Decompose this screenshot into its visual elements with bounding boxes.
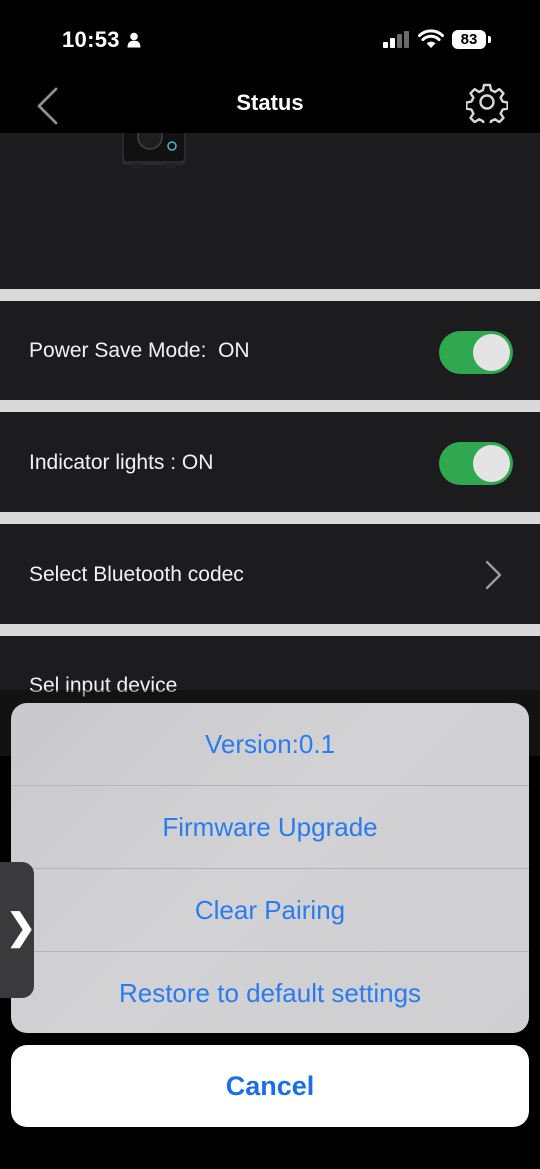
power-save-row: Power Save Mode: ON bbox=[0, 301, 540, 400]
page-title: Status bbox=[236, 90, 304, 115]
device-image-panel bbox=[0, 133, 540, 289]
side-drawer-handle[interactable]: ❯ bbox=[0, 862, 37, 998]
toggle-knob bbox=[473, 334, 510, 371]
cellular-signal-icon bbox=[383, 31, 409, 48]
section-divider bbox=[0, 624, 540, 636]
firmware-upgrade-button[interactable]: Firmware Upgrade bbox=[11, 785, 529, 868]
section-divider bbox=[0, 289, 540, 301]
navigation-bar: Status bbox=[0, 80, 540, 132]
speaker-device-image bbox=[122, 133, 186, 168]
battery-icon: 83 bbox=[452, 30, 491, 49]
chevron-right-icon: ❯ bbox=[6, 906, 37, 947]
section-divider bbox=[0, 512, 540, 524]
status-time: 10:53 bbox=[62, 27, 120, 52]
action-sheet: Version:0.1 Firmware Upgrade Clear Pairi… bbox=[11, 703, 529, 1033]
bluetooth-codec-label: Select Bluetooth codec bbox=[29, 563, 244, 586]
status-bar: 10:53 83 bbox=[0, 0, 540, 80]
indicator-lights-label: Indicator lights : ON bbox=[29, 451, 214, 474]
toggle-knob bbox=[473, 445, 510, 482]
clear-pairing-button[interactable]: Clear Pairing bbox=[11, 868, 529, 951]
restore-defaults-button[interactable]: Restore to default settings bbox=[11, 951, 529, 1033]
section-divider bbox=[0, 400, 540, 412]
indicator-lights-toggle[interactable] bbox=[439, 442, 513, 485]
bluetooth-codec-row[interactable]: Select Bluetooth codec bbox=[0, 524, 540, 624]
battery-level: 83 bbox=[460, 31, 478, 48]
wifi-icon bbox=[418, 29, 444, 48]
power-save-toggle[interactable] bbox=[439, 331, 513, 374]
chevron-right-icon bbox=[485, 560, 502, 590]
version-button[interactable]: Version:0.1 bbox=[11, 703, 529, 785]
indicator-lights-row: Indicator lights : ON bbox=[0, 412, 540, 512]
gear-icon[interactable] bbox=[466, 81, 508, 123]
person-icon bbox=[127, 32, 141, 48]
cancel-button[interactable]: Cancel bbox=[11, 1045, 529, 1127]
power-save-label: Power Save Mode: ON bbox=[29, 339, 250, 362]
